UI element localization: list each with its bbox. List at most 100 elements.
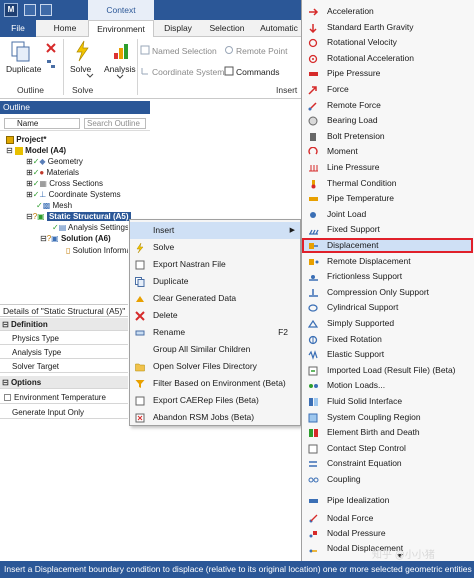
quick-access-dropdown-icon[interactable] [40,4,52,16]
tab-display[interactable]: Display [156,20,200,37]
submenu-item-fixed-rotation[interactable]: Fixed Rotation [302,332,474,347]
context-menu-group-similar[interactable]: Group All Similar Children [130,341,300,358]
tab-environment[interactable]: Environment [88,20,154,37]
remote-point-button[interactable]: Remote Point [236,46,288,56]
context-menu-solve[interactable]: Solve [130,239,300,256]
expand-icon[interactable]: ⊞ [26,179,33,188]
duplicate-icon[interactable] [11,41,31,63]
details-section-options[interactable]: ⊟ Options [0,376,128,389]
named-selection-button[interactable]: Named Selection [152,46,217,56]
context-menu-export-caerep[interactable]: Export CAERep Files (Beta) [130,392,300,409]
details-row-analysis-type[interactable]: Analysis Type [0,346,128,359]
submenu-item-imported-load[interactable]: Imported Load (Result File) (Beta) [302,363,474,378]
tree-item-solution-information[interactable]: ▯ Solution Information [66,245,128,256]
submenu-item-joint-load[interactable]: Joint Load [302,207,474,222]
context-menu-insert[interactable]: Insert ▶ [130,222,300,239]
tab-selection[interactable]: Selection [204,20,250,37]
submenu-item-element-birth-death[interactable]: Element Birth and Death [302,425,474,440]
expand-icon[interactable]: ⊞ [26,157,33,166]
submenu-item-system-coupling-region[interactable]: System Coupling Region [302,410,474,425]
submenu-item-bolt-pretension[interactable]: Bolt Pretension [302,129,474,144]
tree-item-coordinate-systems[interactable]: ⊞✓⊥ Coordinate Systems [26,189,121,200]
context-menu-rename[interactable]: Rename F2 [130,324,300,341]
app-icon[interactable]: M [4,3,18,17]
submenu-item-pipe-temperature[interactable]: Pipe Temperature [302,191,474,206]
tab-home[interactable]: Home [44,20,86,37]
named-selection-icon[interactable] [140,45,150,55]
tree-icon[interactable] [46,59,56,69]
submenu-item-acceleration[interactable]: Acceleration [302,4,474,19]
tree-item-materials[interactable]: ⊞✓● Materials [26,167,79,178]
remote-point-icon[interactable] [224,45,234,55]
submenu-item-fluid-solid-interface[interactable]: Fluid Solid Interface [302,394,474,409]
details-row-solver-target[interactable]: Solver Target [0,360,128,373]
submenu-item-cylindrical-support[interactable]: Cylindrical Support [302,300,474,315]
submenu-item-line-pressure[interactable]: Line Pressure [302,160,474,175]
context-menu-filter-environment[interactable]: Filter Based on Environment (Beta) [130,375,300,392]
submenu-item-thermal-condition[interactable]: Thermal Condition [302,176,474,191]
coordinate-system-icon[interactable] [140,66,150,76]
submenu-item-remote-displacement[interactable]: Remote Displacement [302,254,474,269]
collapse-icon[interactable]: ⊟ [0,378,9,387]
submenu-item-bearing-load[interactable]: Bearing Load [302,113,474,128]
collapse-icon[interactable]: ⊟ [40,234,47,243]
tree-item-mesh[interactable]: ✓▩ Mesh [36,200,72,211]
context-menu-open-solver-files[interactable]: Open Solver Files Directory [130,358,300,375]
submenu-item-contact-step-control[interactable]: Contact Step Control [302,441,474,456]
analysis-icon[interactable] [112,41,130,61]
submenu-item-coupling[interactable]: Coupling [302,472,474,487]
solve-lightning-icon[interactable] [74,40,90,62]
tree-item-analysis-settings[interactable]: ✓▤ Analysis Settings [52,222,128,233]
submenu-item-pipe-idealization[interactable]: Pipe Idealization [302,493,474,508]
tab-automation[interactable]: Automatic [256,20,302,37]
chevron-down-icon[interactable] [116,74,124,80]
submenu-item-simply-supported[interactable]: Simply Supported [302,316,474,331]
details-section-definition[interactable]: ⊟ Definition [0,318,128,331]
checkbox[interactable] [4,394,11,402]
context-menu-clear-generated-data[interactable]: Clear Generated Data [130,290,300,307]
submenu-item-force[interactable]: Force [302,82,474,97]
submenu-item-moment[interactable]: Moment [302,144,474,159]
commands-button[interactable]: Commands [236,67,279,77]
collapse-icon[interactable]: ⊟ [26,212,33,221]
coordinate-system-button[interactable]: Coordinate System [152,67,224,77]
submenu-item-rotational-velocity[interactable]: Rotational Velocity [302,35,474,50]
submenu-item-nodal-force[interactable]: Nodal Force [302,511,474,526]
submenu-item-motion-loads[interactable]: Motion Loads... [302,378,474,393]
delete-icon[interactable] [46,43,56,53]
details-row-generate-input-only[interactable]: Generate Input Only [0,406,128,419]
tab-file[interactable]: File [0,20,36,37]
tree-item-project[interactable]: Project* [6,134,46,145]
submenu-item-nodal-pressure[interactable]: Nodal Pressure [302,526,474,541]
collapse-icon[interactable]: ⊟ [0,320,9,329]
submenu-item-fixed-support[interactable]: Fixed Support [302,222,474,237]
tree-item-geometry[interactable]: ⊞✓◆ Geometry [26,156,83,167]
submenu-item-elastic-support[interactable]: Elastic Support [302,347,474,362]
context-menu-abandon-rsm[interactable]: Abandon RSM Jobs (Beta) [130,409,300,426]
context-menu-duplicate[interactable]: Duplicate [130,273,300,290]
expand-icon[interactable]: ⊞ [26,190,33,199]
commands-icon[interactable] [224,66,234,76]
details-row-environment-temperature[interactable]: Environment Temperature [0,391,128,404]
tree-item-solution[interactable]: ⊟?▣ Solution (A6) [40,233,128,244]
context-menu-delete[interactable]: Delete [130,307,300,324]
tree-item-cross-sections[interactable]: ⊞✓▦ Cross Sections [26,178,103,189]
submenu-item-rotational-acceleration[interactable]: Rotational Acceleration [302,51,474,66]
submenu-item-remote-force[interactable]: Remote Force [302,98,474,113]
submenu-item-pipe-pressure[interactable]: Pipe Pressure [302,66,474,81]
save-icon[interactable] [24,4,36,16]
analysis-button[interactable]: Analysis [104,64,136,74]
submenu-item-compression-only-support[interactable]: Compression Only Support [302,285,474,300]
expand-icon[interactable]: ⊞ [26,168,33,177]
outline-filter-select[interactable]: Name [4,118,80,129]
collapse-icon[interactable]: ⊟ [6,146,13,155]
tree-item-model[interactable]: ⊟ Model (A4) [6,145,66,156]
tree-item-static-structural[interactable]: ⊟?▣ Static Structural (A5) [26,211,131,222]
context-menu-export-nastran[interactable]: Export Nastran File [130,256,300,273]
submenu-item-displacement[interactable]: Displacement [302,238,473,253]
duplicate-button[interactable]: Duplicate [6,64,41,74]
submenu-item-standard-earth-gravity[interactable]: Standard Earth Gravity [302,20,474,35]
chevron-down-icon[interactable] [86,73,94,79]
details-row-physics-type[interactable]: Physics Type [0,332,128,345]
submenu-item-constraint-equation[interactable]: Constraint Equation [302,456,474,471]
